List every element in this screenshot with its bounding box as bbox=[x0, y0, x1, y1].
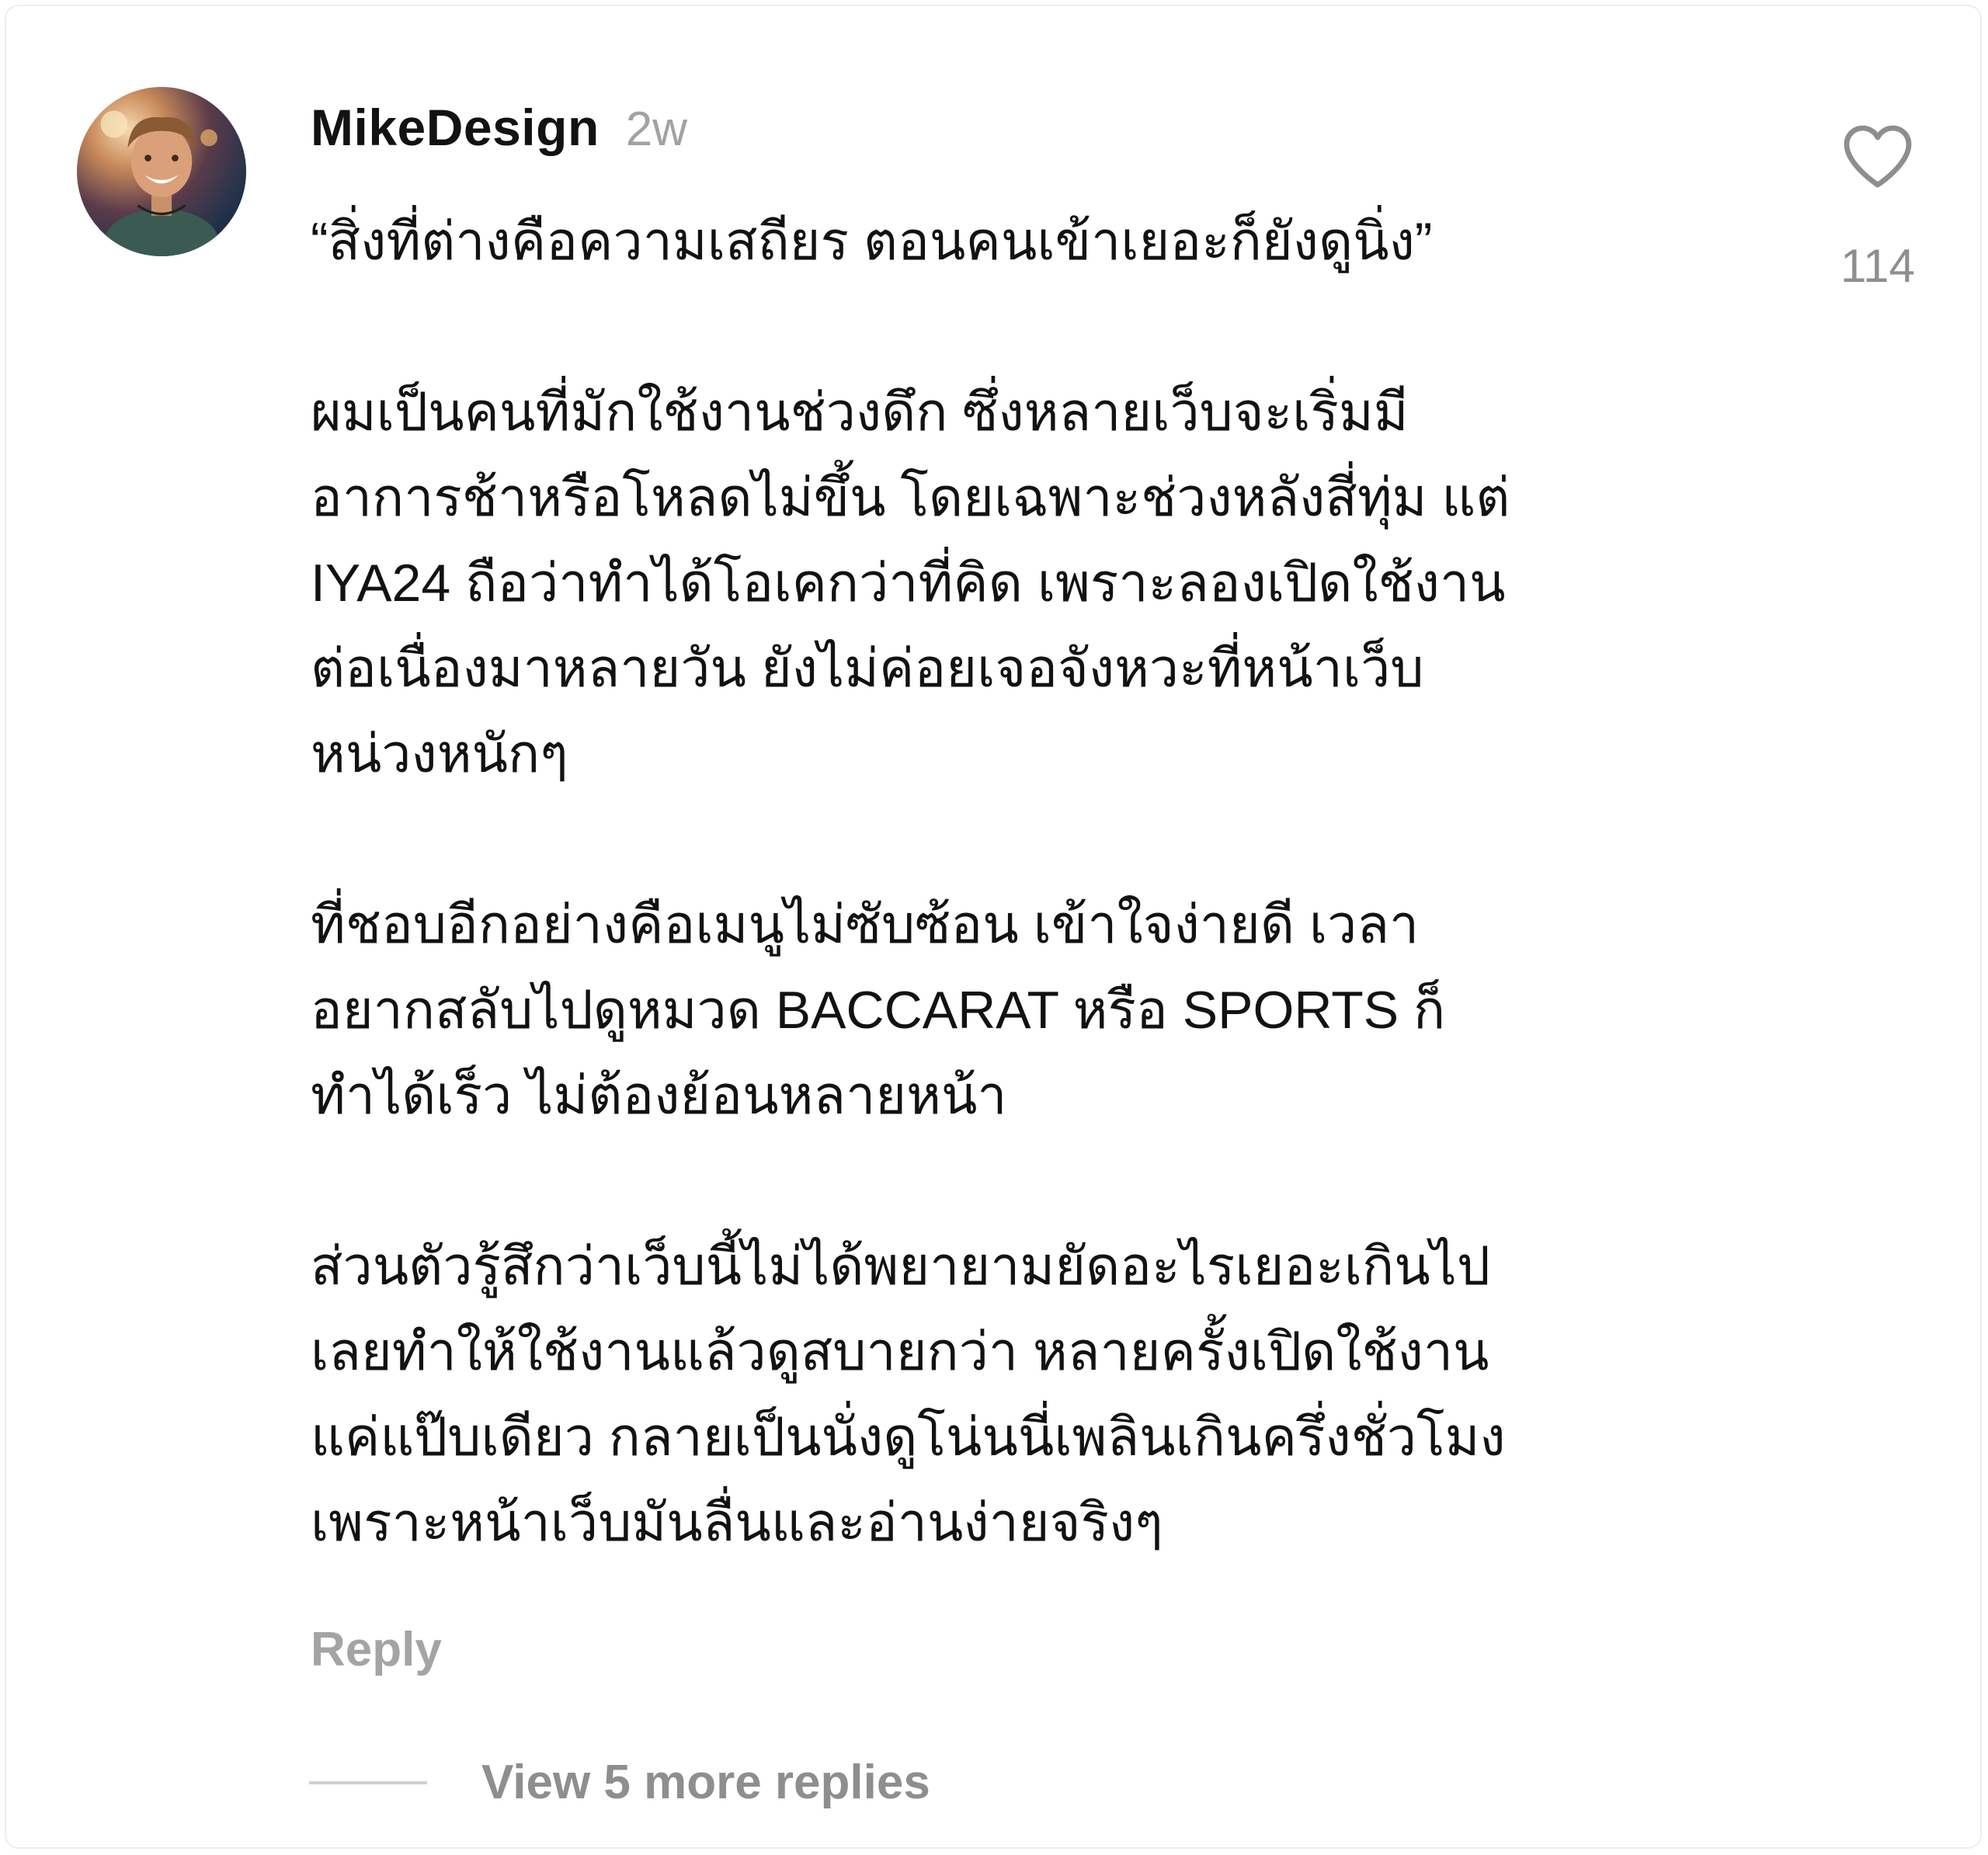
comment-body: “สิ่งที่ต่างคือความเสถียร ตอนคนเข้าเยอะก… bbox=[311, 199, 1786, 1565]
comment-paragraph: ที่ชอบอีกอย่างคือเมนูไม่ซับซ้อน เข้าใจง่… bbox=[311, 895, 1446, 1125]
view-more-replies-button[interactable]: View 5 more replies bbox=[309, 1755, 930, 1810]
username[interactable]: MikeDesign bbox=[311, 98, 600, 157]
comment-paragraph: “สิ่งที่ต่างคือความเสถียร ตอนคนเข้าเยอะก… bbox=[311, 212, 1433, 271]
user-avatar-photo bbox=[100, 110, 220, 256]
timestamp: 2w bbox=[625, 102, 688, 156]
view-more-replies-label: View 5 more replies bbox=[481, 1756, 930, 1809]
avatar[interactable] bbox=[77, 87, 246, 256]
heart-outline-icon[interactable] bbox=[1840, 123, 1915, 191]
comment-paragraph: ส่วนตัวรู้สึกว่าเว็บนี้ไม่ได้พยายามยัดอะ… bbox=[311, 1237, 1506, 1552]
comment-card: MikeDesign 2w “สิ่งที่ต่างคือความเสถียร … bbox=[5, 5, 1982, 1849]
like-control: 114 bbox=[1816, 123, 1940, 293]
like-count: 114 bbox=[1840, 240, 1915, 292]
reply-button[interactable]: Reply bbox=[311, 1622, 442, 1677]
comment-paragraph: ผมเป็นคนที่มักใช้งานช่วงดึก ซึ่งหลายเว็บ… bbox=[311, 383, 1510, 783]
comment-header: MikeDesign 2w bbox=[311, 98, 687, 160]
divider-line bbox=[309, 1780, 427, 1784]
